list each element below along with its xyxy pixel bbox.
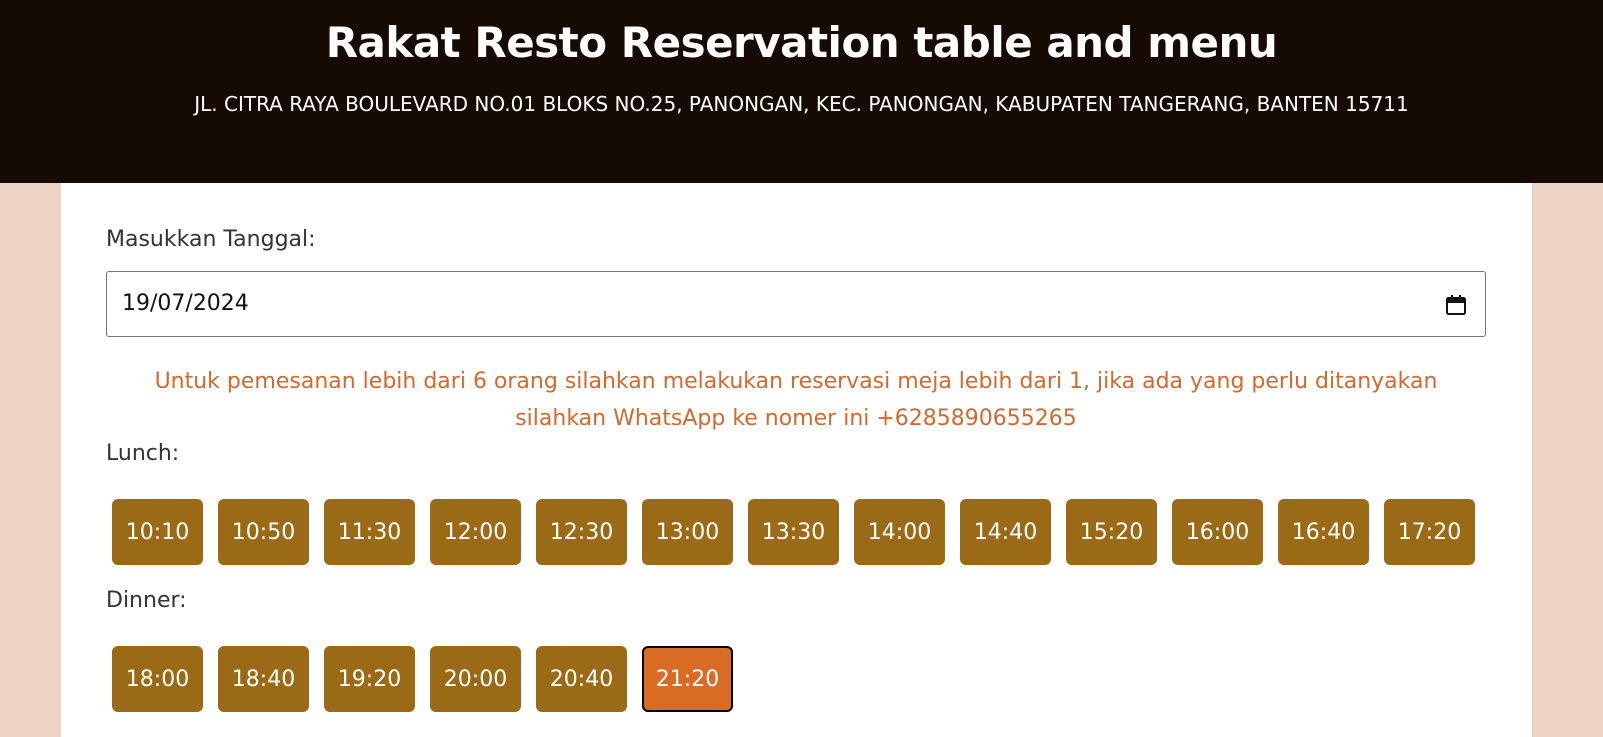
date-input[interactable]: 19/07/2024 xyxy=(106,271,1486,337)
dinner-slot-button[interactable]: 18:40 xyxy=(218,646,309,712)
lunch-slot-button[interactable]: 13:00 xyxy=(642,499,733,565)
restaurant-address: JL. CITRA RAYA BOULEVARD NO.01 BLOKS NO.… xyxy=(194,92,1409,116)
dinner-slot-button[interactable]: 20:00 xyxy=(430,646,521,712)
calendar-icon[interactable] xyxy=(1445,294,1467,316)
lunch-slot-button[interactable]: 10:50 xyxy=(218,499,309,565)
lunch-slots: 10:10 10:50 11:30 12:00 12:30 13:00 13:30 14:00… xyxy=(112,499,1475,565)
dinner-slot-button[interactable]: 20:40 xyxy=(536,646,627,712)
dinner-slot-button[interactable]: 19:20 xyxy=(324,646,415,712)
lunch-slot-button[interactable]: 13:30 xyxy=(748,499,839,565)
page-header: Rakat Resto Reservation table and menu J… xyxy=(0,0,1603,183)
lunch-slot-button[interactable]: 11:30 xyxy=(324,499,415,565)
lunch-label: Lunch: xyxy=(106,441,180,466)
lunch-slot-button[interactable]: 14:40 xyxy=(960,499,1051,565)
lunch-slot-button[interactable]: 12:00 xyxy=(430,499,521,565)
page-title: Rakat Resto Reservation table and menu xyxy=(325,18,1278,67)
reservation-card: Masukkan Tanggal: 19/07/2024 Untuk pemes… xyxy=(61,183,1532,737)
dinner-label: Dinner: xyxy=(106,588,187,613)
reservation-notice: Untuk pemesanan lebih dari 6 orang silah… xyxy=(154,369,1438,431)
dinner-slots: 18:00 18:40 19:20 20:00 20:40 21:20 xyxy=(112,646,733,712)
date-label: Masukkan Tanggal: xyxy=(106,227,316,252)
lunch-slot-button[interactable]: 14:00 xyxy=(854,499,945,565)
lunch-slot-button[interactable]: 10:10 xyxy=(112,499,203,565)
lunch-slot-button[interactable]: 16:00 xyxy=(1172,499,1263,565)
lunch-slot-button[interactable]: 16:40 xyxy=(1278,499,1369,565)
dinner-slot-button[interactable]: 18:00 xyxy=(112,646,203,712)
lunch-slot-button[interactable]: 12:30 xyxy=(536,499,627,565)
lunch-slot-button[interactable]: 15:20 xyxy=(1066,499,1157,565)
lunch-slot-button[interactable]: 17:20 xyxy=(1384,499,1475,565)
date-value: 19/07/2024 xyxy=(122,291,249,316)
dinner-slot-button[interactable]: 21:20 xyxy=(642,646,733,712)
